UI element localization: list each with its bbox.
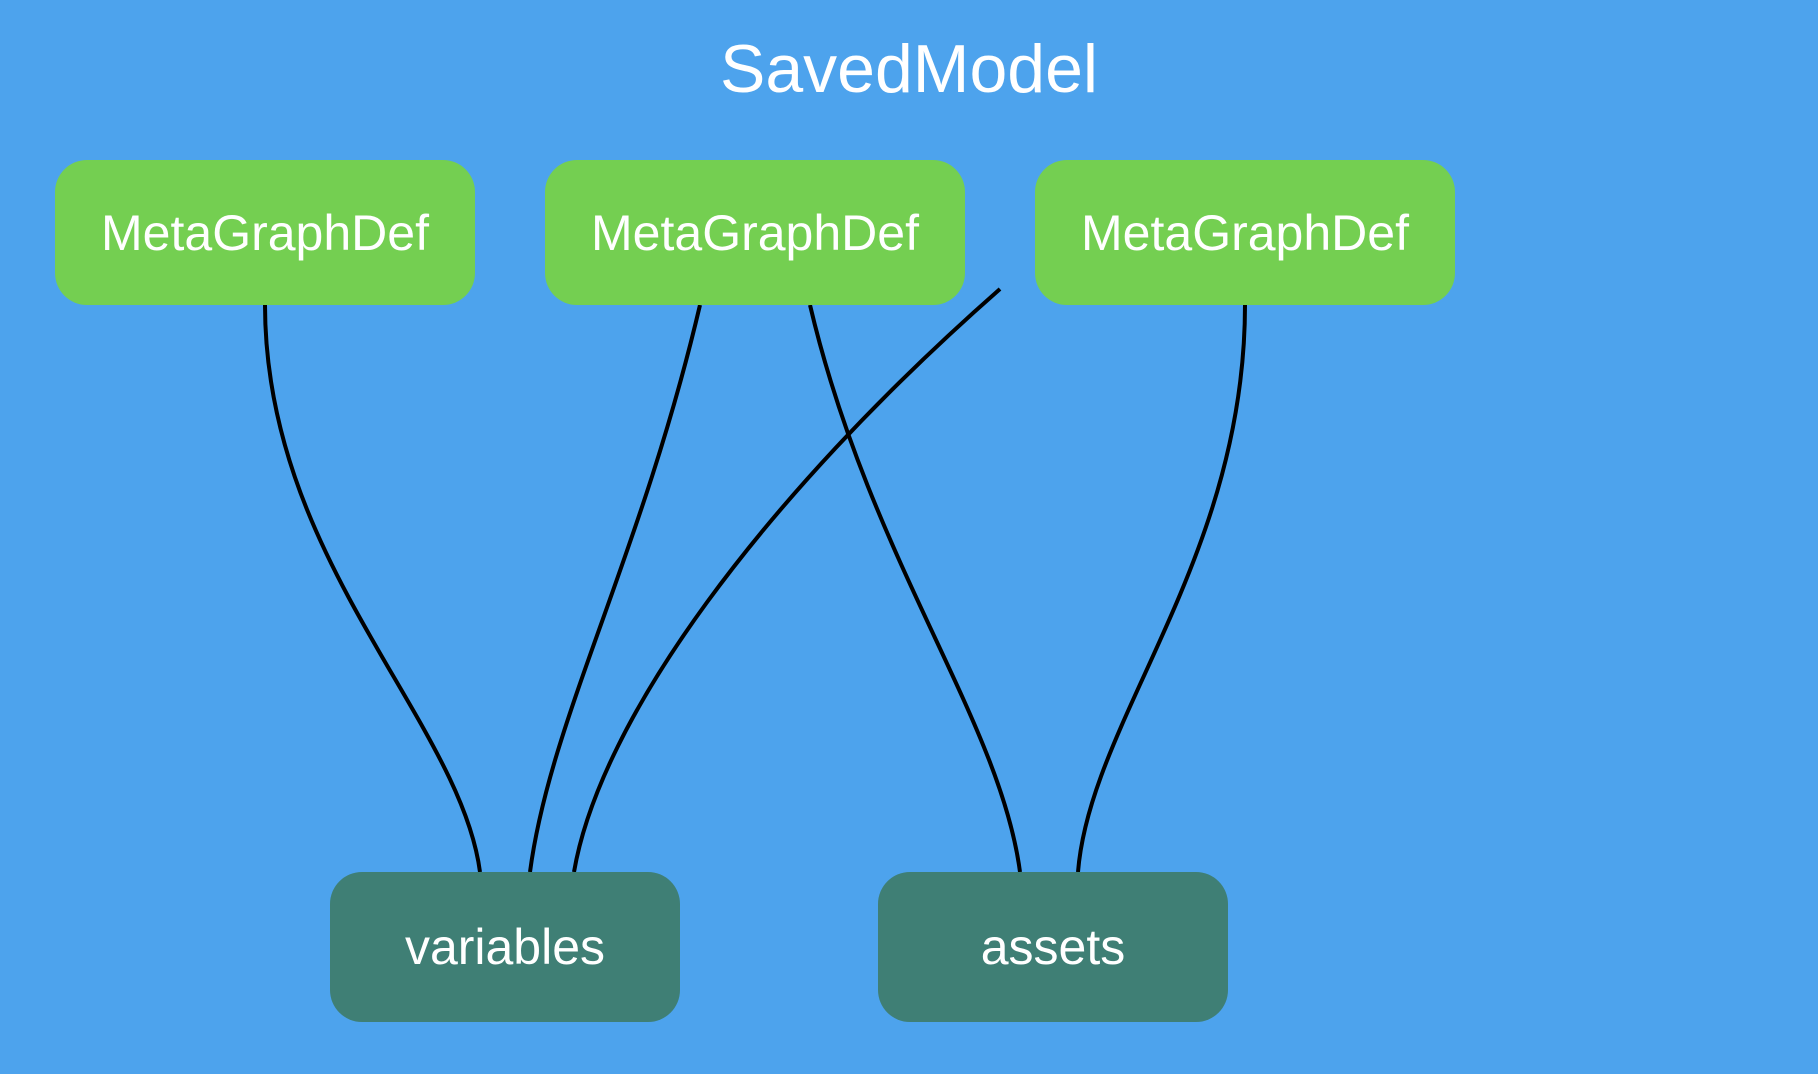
edge-mg2-assets xyxy=(810,305,1020,872)
edge-mg3-variables xyxy=(574,289,1000,872)
metagraphdef-node-3: MetaGraphDef xyxy=(1035,160,1455,305)
metagraphdef-label-2: MetaGraphDef xyxy=(591,204,919,262)
assets-node: assets xyxy=(878,872,1228,1022)
assets-label: assets xyxy=(981,918,1126,976)
metagraphdef-label-1: MetaGraphDef xyxy=(101,204,429,262)
diagram-title: SavedModel xyxy=(0,30,1818,108)
metagraphdef-node-1: MetaGraphDef xyxy=(55,160,475,305)
metagraphdef-label-3: MetaGraphDef xyxy=(1081,204,1409,262)
variables-label: variables xyxy=(405,918,605,976)
metagraphdef-node-2: MetaGraphDef xyxy=(545,160,965,305)
edge-mg2-variables xyxy=(530,305,700,872)
edge-mg3-assets xyxy=(1078,305,1245,872)
edge-mg1-variables xyxy=(265,305,480,872)
variables-node: variables xyxy=(330,872,680,1022)
